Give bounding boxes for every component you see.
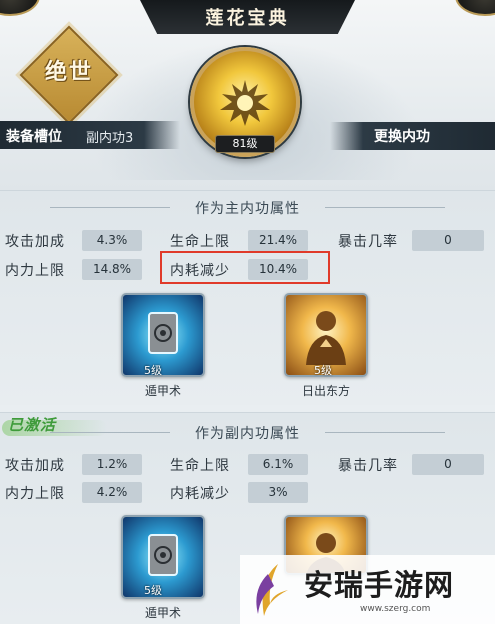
skill-name: 日出东方: [301, 384, 350, 398]
divider-left: [50, 207, 170, 208]
rune-card-icon: [148, 312, 178, 354]
stat-label: 暴击几率: [338, 458, 398, 474]
stat-label: 攻击加成: [5, 234, 65, 250]
skill-level: 5级: [144, 364, 162, 377]
page-title: 莲花宝典: [205, 8, 290, 29]
stat-value: 21.4%: [248, 230, 308, 251]
sun-lotus-icon: [220, 80, 270, 126]
equip-slot-value: 副内功3: [86, 131, 134, 146]
stat-value: 6.1%: [248, 454, 308, 475]
stat-value: 4.2%: [82, 482, 142, 503]
stat-value: 0: [412, 454, 484, 475]
stat-label: 暴击几率: [338, 234, 398, 250]
skill-level: 5级: [144, 584, 162, 597]
skill-name: 遁甲术: [144, 384, 181, 398]
stat-value: 3%: [248, 482, 308, 503]
stat-label: 生命上限: [170, 458, 230, 474]
watermark-url: www.szerg.com: [360, 604, 431, 614]
sub-section-heading: 作为副内功属性: [0, 423, 495, 443]
skill-level: 5级: [314, 364, 332, 377]
stat-label: 内力上限: [5, 263, 65, 279]
stat-value: 14.8%: [82, 259, 142, 280]
skill-card-dunjia[interactable]: [121, 515, 205, 599]
divider-right: [325, 432, 445, 433]
skill-name: 遁甲术: [144, 606, 181, 620]
stat-label: 内耗减少: [170, 486, 230, 502]
highlight-annotation: [160, 251, 330, 284]
sub-section-title: 作为副内功属性: [195, 426, 300, 442]
watermark-logo-icon: [256, 564, 288, 616]
corner-ornament-right: [455, 0, 495, 16]
swap-skill-button[interactable]: 更换内功: [374, 126, 430, 146]
stat-value: 4.3%: [82, 230, 142, 251]
main-section-heading: 作为主内功属性: [0, 198, 495, 218]
rune-card-icon: [148, 534, 178, 576]
header-area: 莲花宝典 绝世 装备槽位 副内功3 81级 更换内功: [0, 0, 495, 190]
divider-right: [325, 207, 445, 208]
stat-value: 0: [412, 230, 484, 251]
stat-label: 攻击加成: [5, 458, 65, 474]
skill-card-dunjia[interactable]: [121, 293, 205, 377]
stat-value: 1.2%: [82, 454, 142, 475]
stat-label: 内力上限: [5, 486, 65, 502]
divider-left: [50, 432, 170, 433]
rarity-badge-label: 绝世: [44, 59, 93, 85]
main-attributes-panel: [0, 190, 495, 405]
stat-label: 生命上限: [170, 234, 230, 250]
watermark-title: 安瑞手游网: [304, 568, 455, 602]
skill-level-tag: 81级: [215, 135, 275, 153]
main-section-title: 作为主内功属性: [195, 201, 300, 217]
equip-slot-label: 装备槽位: [6, 129, 62, 145]
corner-ornament-left: [0, 0, 40, 16]
